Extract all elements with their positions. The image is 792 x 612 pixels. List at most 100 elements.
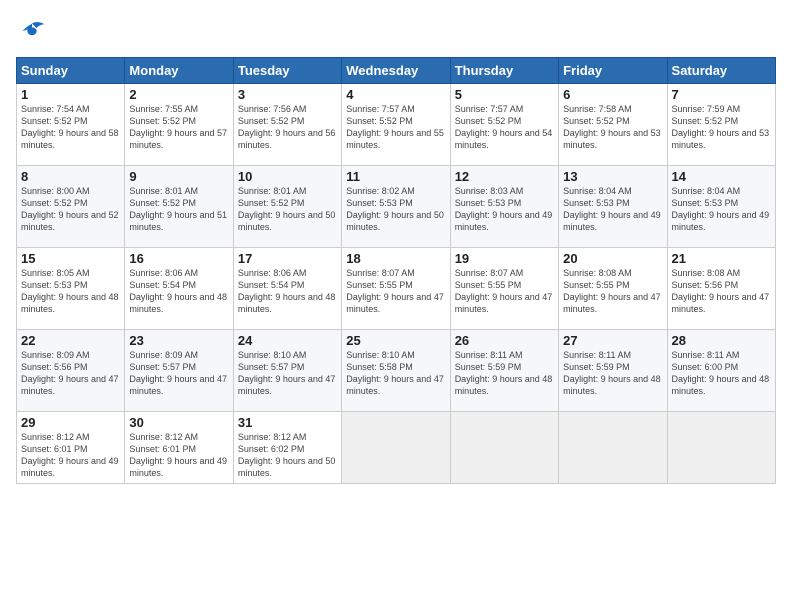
calendar-cell: 15 Sunrise: 8:05 AM Sunset: 5:53 PM Dayl… bbox=[17, 248, 125, 330]
day-detail: Sunrise: 7:57 AM Sunset: 5:52 PM Dayligh… bbox=[346, 103, 445, 152]
calendar-header-row: SundayMondayTuesdayWednesdayThursdayFrid… bbox=[17, 58, 776, 84]
day-number: 5 bbox=[455, 87, 554, 102]
calendar-body: 1 Sunrise: 7:54 AM Sunset: 5:52 PM Dayli… bbox=[17, 84, 776, 484]
day-detail: Sunrise: 7:56 AM Sunset: 5:52 PM Dayligh… bbox=[238, 103, 337, 152]
calendar-cell: 26 Sunrise: 8:11 AM Sunset: 5:59 PM Dayl… bbox=[450, 330, 558, 412]
calendar-cell: 3 Sunrise: 7:56 AM Sunset: 5:52 PM Dayli… bbox=[233, 84, 341, 166]
day-number: 4 bbox=[346, 87, 445, 102]
day-number: 22 bbox=[21, 333, 120, 348]
calendar-cell: 11 Sunrise: 8:02 AM Sunset: 5:53 PM Dayl… bbox=[342, 166, 450, 248]
calendar-cell: 9 Sunrise: 8:01 AM Sunset: 5:52 PM Dayli… bbox=[125, 166, 233, 248]
day-detail: Sunrise: 8:06 AM Sunset: 5:54 PM Dayligh… bbox=[129, 267, 228, 316]
day-number: 30 bbox=[129, 415, 228, 430]
day-number: 31 bbox=[238, 415, 337, 430]
calendar-cell: 23 Sunrise: 8:09 AM Sunset: 5:57 PM Dayl… bbox=[125, 330, 233, 412]
day-number: 10 bbox=[238, 169, 337, 184]
day-number: 11 bbox=[346, 169, 445, 184]
calendar-cell: 21 Sunrise: 8:08 AM Sunset: 5:56 PM Dayl… bbox=[667, 248, 775, 330]
day-detail: Sunrise: 8:08 AM Sunset: 5:55 PM Dayligh… bbox=[563, 267, 662, 316]
day-number: 16 bbox=[129, 251, 228, 266]
calendar-cell bbox=[667, 412, 775, 484]
day-detail: Sunrise: 8:01 AM Sunset: 5:52 PM Dayligh… bbox=[238, 185, 337, 234]
calendar-cell: 27 Sunrise: 8:11 AM Sunset: 5:59 PM Dayl… bbox=[559, 330, 667, 412]
day-detail: Sunrise: 8:12 AM Sunset: 6:02 PM Dayligh… bbox=[238, 431, 337, 480]
day-number: 6 bbox=[563, 87, 662, 102]
calendar-cell: 31 Sunrise: 8:12 AM Sunset: 6:02 PM Dayl… bbox=[233, 412, 341, 484]
calendar-cell: 17 Sunrise: 8:06 AM Sunset: 5:54 PM Dayl… bbox=[233, 248, 341, 330]
weekday-header-sunday: Sunday bbox=[17, 58, 125, 84]
calendar-cell: 24 Sunrise: 8:10 AM Sunset: 5:57 PM Dayl… bbox=[233, 330, 341, 412]
header bbox=[16, 16, 776, 49]
weekday-header-friday: Friday bbox=[559, 58, 667, 84]
calendar-container: SundayMondayTuesdayWednesdayThursdayFrid… bbox=[0, 0, 792, 612]
day-number: 13 bbox=[563, 169, 662, 184]
calendar-cell bbox=[450, 412, 558, 484]
calendar-cell: 1 Sunrise: 7:54 AM Sunset: 5:52 PM Dayli… bbox=[17, 84, 125, 166]
day-number: 17 bbox=[238, 251, 337, 266]
day-number: 3 bbox=[238, 87, 337, 102]
day-number: 12 bbox=[455, 169, 554, 184]
calendar-cell: 18 Sunrise: 8:07 AM Sunset: 5:55 PM Dayl… bbox=[342, 248, 450, 330]
logo-bird-icon bbox=[18, 20, 46, 44]
day-number: 24 bbox=[238, 333, 337, 348]
calendar-cell: 10 Sunrise: 8:01 AM Sunset: 5:52 PM Dayl… bbox=[233, 166, 341, 248]
day-detail: Sunrise: 8:09 AM Sunset: 5:57 PM Dayligh… bbox=[129, 349, 228, 398]
day-number: 7 bbox=[672, 87, 771, 102]
weekday-header-monday: Monday bbox=[125, 58, 233, 84]
day-number: 27 bbox=[563, 333, 662, 348]
day-detail: Sunrise: 8:05 AM Sunset: 5:53 PM Dayligh… bbox=[21, 267, 120, 316]
day-detail: Sunrise: 8:12 AM Sunset: 6:01 PM Dayligh… bbox=[129, 431, 228, 480]
calendar-cell: 19 Sunrise: 8:07 AM Sunset: 5:55 PM Dayl… bbox=[450, 248, 558, 330]
day-detail: Sunrise: 7:54 AM Sunset: 5:52 PM Dayligh… bbox=[21, 103, 120, 152]
day-detail: Sunrise: 7:55 AM Sunset: 5:52 PM Dayligh… bbox=[129, 103, 228, 152]
weekday-header-wednesday: Wednesday bbox=[342, 58, 450, 84]
calendar-cell: 16 Sunrise: 8:06 AM Sunset: 5:54 PM Dayl… bbox=[125, 248, 233, 330]
day-number: 28 bbox=[672, 333, 771, 348]
day-number: 21 bbox=[672, 251, 771, 266]
day-detail: Sunrise: 8:07 AM Sunset: 5:55 PM Dayligh… bbox=[455, 267, 554, 316]
day-number: 19 bbox=[455, 251, 554, 266]
day-detail: Sunrise: 8:10 AM Sunset: 5:58 PM Dayligh… bbox=[346, 349, 445, 398]
calendar-cell: 22 Sunrise: 8:09 AM Sunset: 5:56 PM Dayl… bbox=[17, 330, 125, 412]
calendar-cell: 29 Sunrise: 8:12 AM Sunset: 6:01 PM Dayl… bbox=[17, 412, 125, 484]
day-detail: Sunrise: 7:59 AM Sunset: 5:52 PM Dayligh… bbox=[672, 103, 771, 152]
calendar-cell: 14 Sunrise: 8:04 AM Sunset: 5:53 PM Dayl… bbox=[667, 166, 775, 248]
day-detail: Sunrise: 8:09 AM Sunset: 5:56 PM Dayligh… bbox=[21, 349, 120, 398]
day-number: 9 bbox=[129, 169, 228, 184]
day-number: 20 bbox=[563, 251, 662, 266]
calendar-cell: 8 Sunrise: 8:00 AM Sunset: 5:52 PM Dayli… bbox=[17, 166, 125, 248]
calendar-table: SundayMondayTuesdayWednesdayThursdayFrid… bbox=[16, 57, 776, 484]
day-number: 26 bbox=[455, 333, 554, 348]
day-detail: Sunrise: 8:07 AM Sunset: 5:55 PM Dayligh… bbox=[346, 267, 445, 316]
calendar-cell bbox=[342, 412, 450, 484]
calendar-cell: 5 Sunrise: 7:57 AM Sunset: 5:52 PM Dayli… bbox=[450, 84, 558, 166]
day-number: 14 bbox=[672, 169, 771, 184]
day-number: 8 bbox=[21, 169, 120, 184]
calendar-cell: 2 Sunrise: 7:55 AM Sunset: 5:52 PM Dayli… bbox=[125, 84, 233, 166]
day-detail: Sunrise: 8:08 AM Sunset: 5:56 PM Dayligh… bbox=[672, 267, 771, 316]
day-detail: Sunrise: 8:02 AM Sunset: 5:53 PM Dayligh… bbox=[346, 185, 445, 234]
logo bbox=[16, 20, 50, 49]
calendar-cell: 12 Sunrise: 8:03 AM Sunset: 5:53 PM Dayl… bbox=[450, 166, 558, 248]
calendar-cell bbox=[559, 412, 667, 484]
day-detail: Sunrise: 8:12 AM Sunset: 6:01 PM Dayligh… bbox=[21, 431, 120, 480]
day-number: 1 bbox=[21, 87, 120, 102]
weekday-header-tuesday: Tuesday bbox=[233, 58, 341, 84]
day-number: 29 bbox=[21, 415, 120, 430]
day-detail: Sunrise: 8:03 AM Sunset: 5:53 PM Dayligh… bbox=[455, 185, 554, 234]
day-detail: Sunrise: 8:11 AM Sunset: 5:59 PM Dayligh… bbox=[563, 349, 662, 398]
calendar-cell: 25 Sunrise: 8:10 AM Sunset: 5:58 PM Dayl… bbox=[342, 330, 450, 412]
day-number: 25 bbox=[346, 333, 445, 348]
calendar-cell: 30 Sunrise: 8:12 AM Sunset: 6:01 PM Dayl… bbox=[125, 412, 233, 484]
calendar-cell: 6 Sunrise: 7:58 AM Sunset: 5:52 PM Dayli… bbox=[559, 84, 667, 166]
day-detail: Sunrise: 7:57 AM Sunset: 5:52 PM Dayligh… bbox=[455, 103, 554, 152]
day-number: 2 bbox=[129, 87, 228, 102]
calendar-cell: 7 Sunrise: 7:59 AM Sunset: 5:52 PM Dayli… bbox=[667, 84, 775, 166]
day-detail: Sunrise: 8:11 AM Sunset: 6:00 PM Dayligh… bbox=[672, 349, 771, 398]
calendar-cell: 4 Sunrise: 7:57 AM Sunset: 5:52 PM Dayli… bbox=[342, 84, 450, 166]
day-number: 15 bbox=[21, 251, 120, 266]
day-detail: Sunrise: 8:04 AM Sunset: 5:53 PM Dayligh… bbox=[563, 185, 662, 234]
weekday-header-thursday: Thursday bbox=[450, 58, 558, 84]
calendar-cell: 13 Sunrise: 8:04 AM Sunset: 5:53 PM Dayl… bbox=[559, 166, 667, 248]
day-detail: Sunrise: 8:00 AM Sunset: 5:52 PM Dayligh… bbox=[21, 185, 120, 234]
